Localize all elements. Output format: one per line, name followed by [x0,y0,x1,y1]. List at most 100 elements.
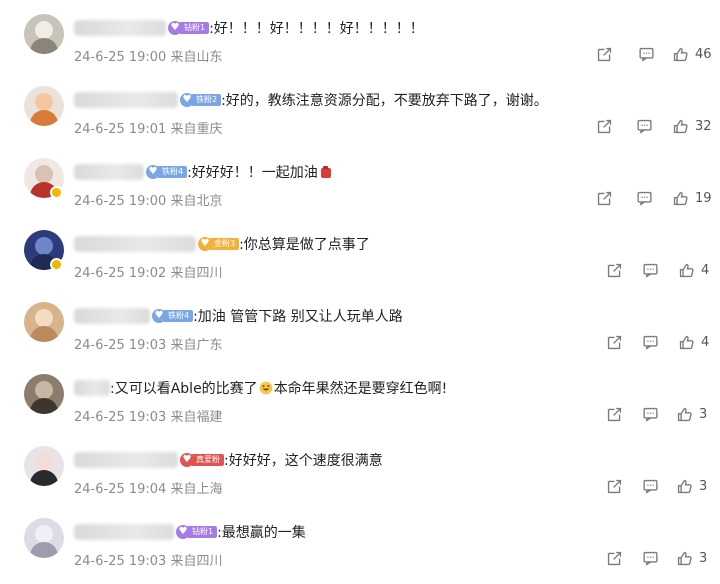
like-button[interactable]: 4 [678,332,709,352]
comment-text: :好好好！！一起加油 [187,165,318,181]
fan-badge-label: 金粉3 [209,238,240,250]
username-blurred[interactable] [74,236,196,252]
like-icon [678,262,695,279]
username-blurred[interactable] [74,164,144,180]
comment-item: ♥ 真爱粉 :好好好，这个速度很满意 24-6-25 19:04 来自上海 3 [0,440,720,512]
comment-text: :好的，教练注意资源分配，不要放弃下路了，谢谢。 [221,93,548,109]
reply-button[interactable] [642,332,659,352]
comment-location: 来自四川 [170,554,223,569]
comment-text-continued: 本命年果然还是要穿红色啊! [273,381,448,397]
username-blurred[interactable] [74,20,166,36]
comment-location: 来自山东 [170,50,223,65]
share-button[interactable] [596,44,613,64]
avatar[interactable] [24,518,64,558]
comment-date: 24-6-25 19:02 [74,266,167,281]
verified-icon [50,258,63,271]
like-icon [676,406,693,423]
fan-badge-label: 铁粉2 [191,94,222,106]
like-count: 3 [699,550,708,566]
fan-badge-label: 钻粉1 [179,22,210,34]
share-button[interactable] [606,476,623,496]
share-icon [606,334,623,351]
username-blurred[interactable] [74,524,174,540]
reply-button[interactable] [636,116,653,136]
avatar[interactable] [24,302,64,342]
comment-location: 来自广东 [170,338,223,353]
verified-icon [50,186,63,199]
comment-item: ♥ 铁粉4 :好好好！！一起加油 24-6-25 19:00 来自北京 19 [0,152,720,224]
username-blurred[interactable] [74,380,110,396]
like-button[interactable]: 3 [676,404,707,424]
comment-item: :又可以看Able的比赛了 本命年果然还是要穿红色啊! 24-6-25 19:03… [0,368,720,440]
comment-text: :最想赢的一集 [217,525,306,541]
avatar[interactable] [24,446,64,486]
comment-item: ♥ 金粉3 :你总算是做了点事了 24-6-25 19:02 来自四川 4 [0,224,720,296]
like-button[interactable]: 46 [672,44,712,64]
like-button[interactable]: 4 [678,260,709,280]
avatar[interactable] [24,374,64,414]
share-icon [596,46,613,63]
like-icon [678,334,695,351]
comment-item: ♥ 钻粉1 :好！！！好！！！！好！！！！！ 24-6-25 19:00 来自山… [0,8,720,80]
comment-icon [638,46,655,63]
comment-location: 来自福建 [170,410,223,425]
share-button[interactable] [596,116,613,136]
comment-item: ♥ 铁粉4 :加油 管管下路 别又让人玩单人路 24-6-25 19:03 来自… [0,296,720,368]
like-count: 3 [699,478,708,494]
share-icon [596,190,613,207]
comment-icon [642,478,659,495]
share-button[interactable] [606,260,623,280]
comment-icon [642,550,659,567]
fan-heart-icon: ♥ [168,21,182,35]
fan-heart-icon: ♥ [146,165,160,179]
fan-badge: ♥ 铁粉4 [152,309,194,323]
share-button[interactable] [596,188,613,208]
like-icon [676,478,693,495]
reply-button[interactable] [638,44,655,64]
like-button[interactable]: 19 [672,188,712,208]
fan-badge-label: 铁粉4 [163,310,194,322]
comment-icon [642,406,659,423]
reply-button[interactable] [636,188,653,208]
comment-text: :好！！！好！！！！好！！！！！ [209,21,424,37]
share-button[interactable] [606,404,623,424]
comment-icon [642,262,659,279]
username-blurred[interactable] [74,92,178,108]
fuel-can-icon [320,166,331,178]
share-button[interactable] [606,548,623,568]
share-button[interactable] [606,332,623,352]
reply-button[interactable] [642,548,659,568]
comment-date: 24-6-25 19:03 [74,338,167,353]
avatar[interactable] [24,14,64,54]
like-icon [676,550,693,567]
comment-item: ♥ 钻粉1 :最想赢的一集 24-6-25 19:03 来自四川 3 [0,512,720,584]
comment-icon [636,190,653,207]
comment-location: 来自上海 [170,482,223,497]
like-button[interactable]: 3 [676,476,707,496]
comment-item: ♥ 铁粉2 :好的，教练注意资源分配，不要放弃下路了，谢谢。 24-6-25 1… [0,80,720,152]
like-count: 19 [695,190,712,206]
username-blurred[interactable] [74,452,178,468]
fan-heart-icon: ♥ [198,237,212,251]
fan-badge: ♥ 钻粉1 [176,525,218,539]
username-blurred[interactable] [74,308,150,324]
share-icon [606,262,623,279]
reply-button[interactable] [642,404,659,424]
reply-button[interactable] [642,260,659,280]
laugh-emoji-icon [259,381,272,395]
comment-text: :你总算是做了点事了 [239,237,370,253]
comment-text: :好好好，这个速度很满意 [224,453,383,469]
like-icon [672,190,689,207]
comment-text: :又可以看Able的比赛了 [110,381,258,397]
comment-date: 24-6-25 19:01 [74,122,167,137]
avatar[interactable] [24,86,64,126]
comment-date: 24-6-25 19:00 [74,194,167,209]
share-icon [596,118,613,135]
fan-badge-label: 铁粉4 [157,166,188,178]
like-button[interactable]: 32 [672,116,712,136]
like-button[interactable]: 3 [676,548,707,568]
comment-location: 来自北京 [170,194,223,209]
fan-badge: ♥ 铁粉2 [180,93,222,107]
comment-location: 来自四川 [170,266,223,281]
reply-button[interactable] [642,476,659,496]
